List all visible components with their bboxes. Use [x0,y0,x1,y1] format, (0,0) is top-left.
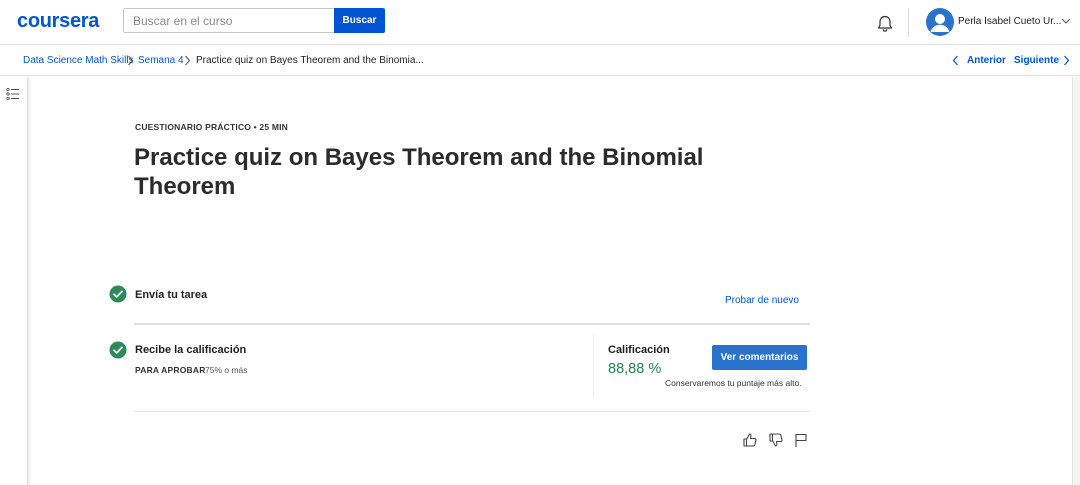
thumbs-down-icon[interactable] [768,432,784,448]
course-search-input[interactable] [123,8,335,33]
view-feedback-button[interactable]: Ver comentarios [712,345,807,370]
chevron-down-icon[interactable] [1061,17,1071,25]
breadcrumb-week[interactable]: Semana 4 [138,55,184,66]
divider [134,411,810,412]
thumbs-up-icon[interactable] [742,432,758,448]
course-outline-icon[interactable] [6,87,20,101]
chevron-right-icon [128,55,134,66]
chevron-left-icon[interactable] [952,55,959,66]
check-circle-icon [109,341,127,359]
user-avatar[interactable] [926,8,954,36]
retry-link[interactable]: Probar de nuevo [725,295,799,306]
highest-score-note: Conservaremos tu puntaje más alto. [665,378,802,388]
chevron-right-icon [185,55,191,66]
chevron-right-icon[interactable] [1063,55,1070,66]
avatar-person-icon [930,14,950,32]
right-scroll-edge [1072,77,1080,485]
grade-divider [593,335,594,397]
pass-value: 75% o más [205,365,248,375]
header-divider [908,8,909,37]
quiz-eyebrow: CUESTIONARIO PRÁCTICO • 25 MIN [135,122,289,132]
page-title: Practice quiz on Bayes Theorem and the B… [134,144,704,200]
grade-label: Calificación [608,344,670,356]
search-button[interactable]: Buscar [334,8,385,33]
next-link[interactable]: Siguiente [1014,55,1059,66]
grade-step-title: Recibe la calificación [135,344,247,356]
divider [134,323,810,325]
coursera-logo[interactable]: coursera [17,10,99,33]
flag-icon[interactable] [793,432,809,448]
pass-label: PARA APROBAR [135,365,206,375]
bell-icon[interactable] [875,14,895,34]
top-header: coursera Buscar Perla Isabel Cueto Ur... [0,0,1080,45]
left-rail [0,77,28,485]
rail-shadow [28,77,32,485]
breadcrumb-course[interactable]: Data Science Math Skills [23,55,134,66]
breadcrumb-current: Practice quiz on Bayes Theorem and the B… [196,55,424,66]
check-circle-icon [109,285,127,303]
breadcrumb: Data Science Math Skills Semana 4 Practi… [0,45,1080,76]
grade-value: 88,88 % [608,361,662,377]
user-name[interactable]: Perla Isabel Cueto Ur... [958,16,1061,27]
submit-step-title: Envía tu tarea [135,289,208,301]
previous-link[interactable]: Anterior [967,55,1006,66]
